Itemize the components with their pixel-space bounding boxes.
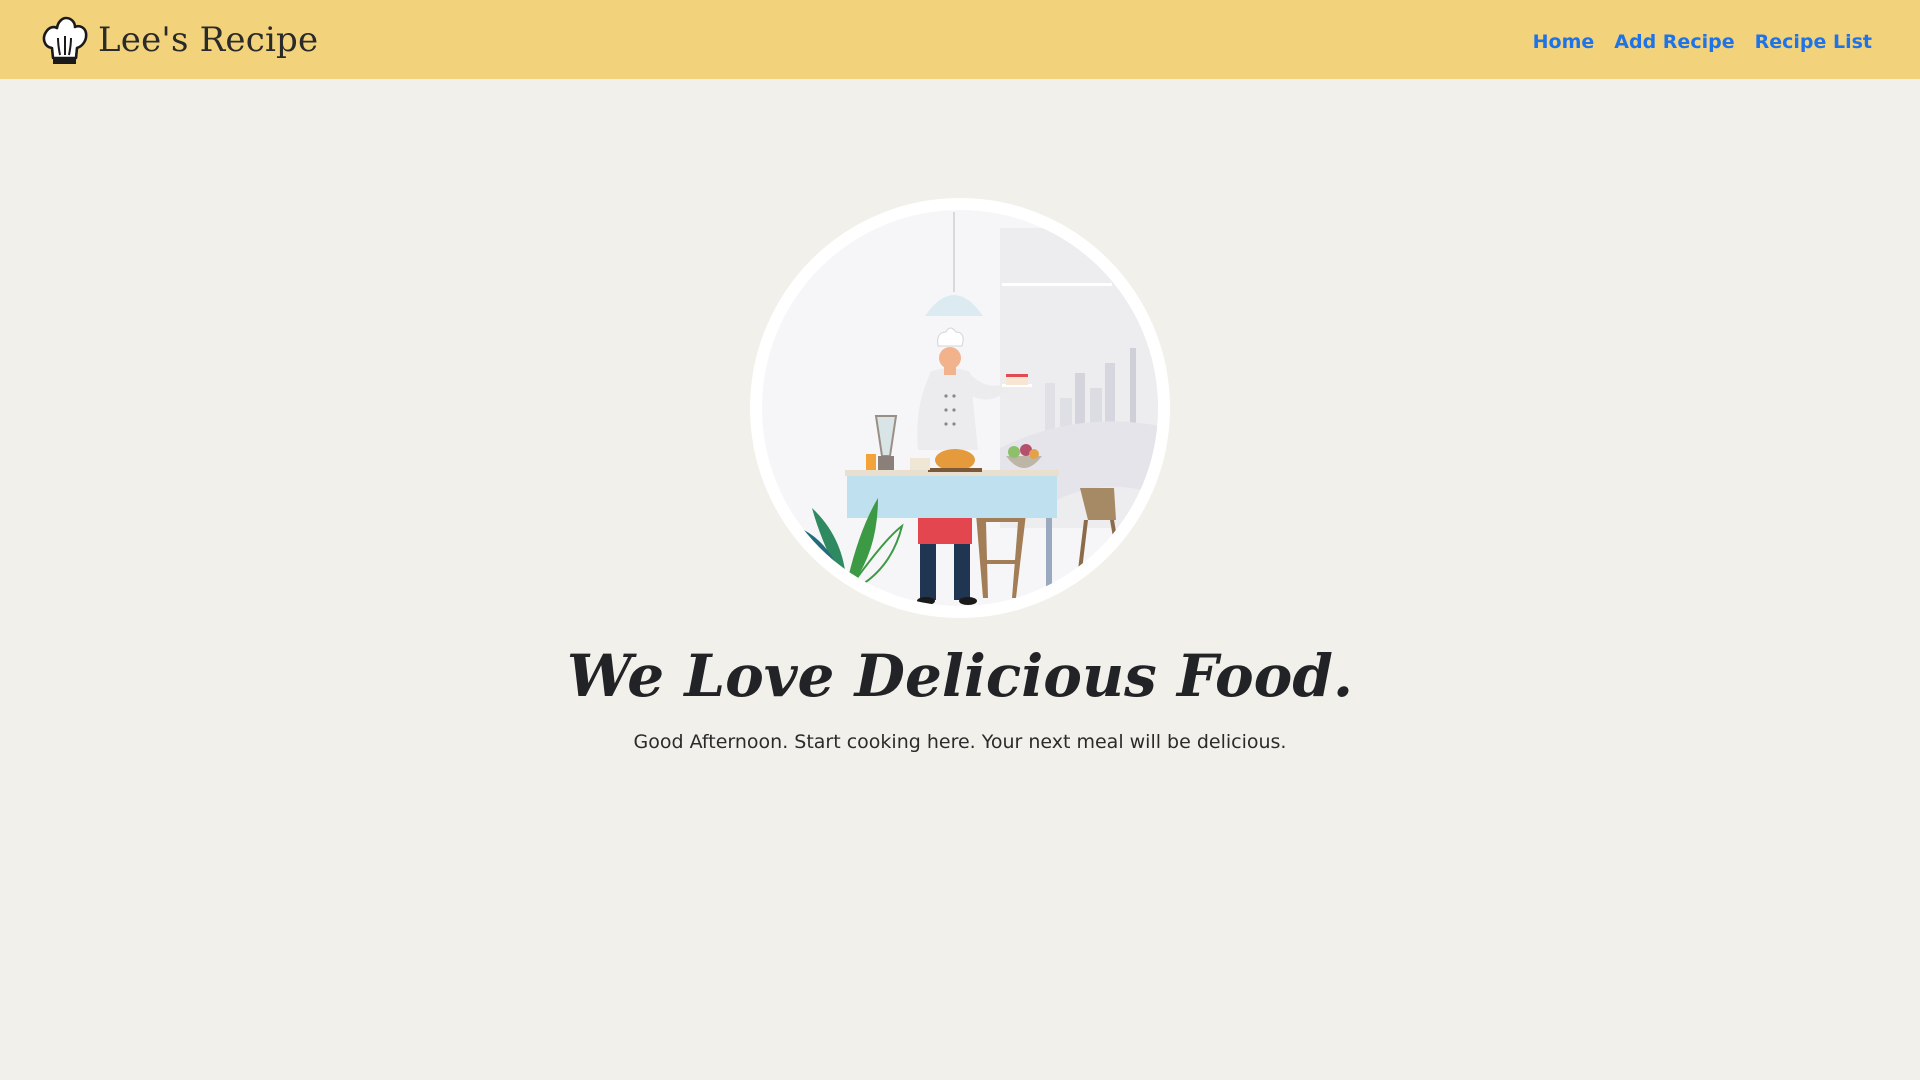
hero-section: We Love Delicious Food. Good Afternoon. … [0,79,1920,1080]
hero-title: We Love Delicious Food. [566,642,1354,710]
nav-link-home[interactable]: Home [1533,31,1595,53]
brand-name: Lee's Recipe [98,19,319,60]
hero-subtitle: Good Afternoon. Start cooking here. Your… [633,731,1287,753]
nav-links: Home Add Recipe Recipe List [1533,31,1872,53]
chef-hat-icon [40,14,88,66]
brand-link[interactable]: Lee's Recipe [40,14,318,66]
hero-illustration [750,198,1170,618]
navbar: Lee's Recipe Home Add Recipe Recipe List [0,0,1920,79]
nav-link-recipe-list[interactable]: Recipe List [1755,31,1872,53]
nav-link-add-recipe[interactable]: Add Recipe [1614,31,1734,53]
